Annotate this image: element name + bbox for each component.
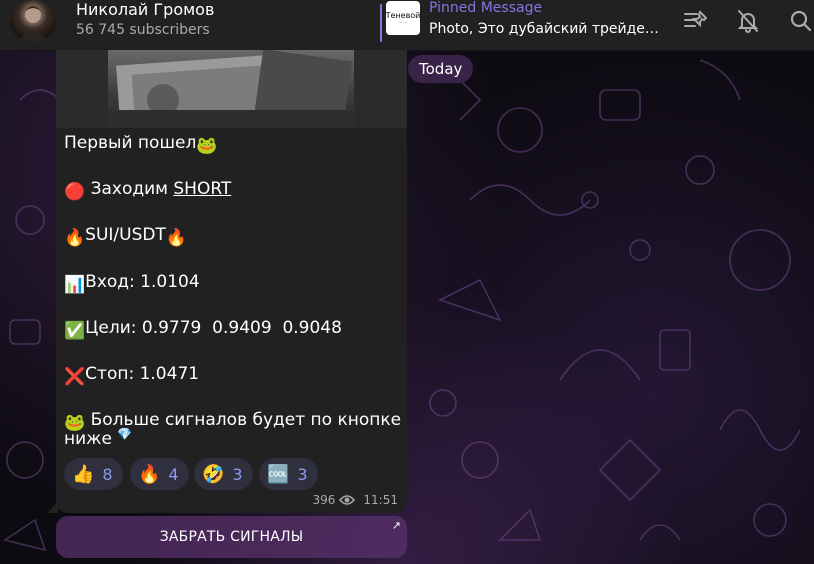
date-badge: Today (408, 55, 474, 83)
message-line-targets: ✅Цели: 0.9779 0.9409 0.9048 (64, 318, 342, 341)
message-photo[interactable] (56, 50, 407, 131)
reaction-rofl[interactable]: 🤣 3 (194, 458, 253, 490)
red-circle-emoji: 🔴 (64, 182, 86, 202)
message-meta: 396 11:51 (309, 493, 399, 507)
view-count: 396 (312, 493, 336, 507)
pinned-message-title[interactable]: Pinned Message (429, 0, 542, 16)
cool-emoji: 🆒 (267, 463, 290, 485)
pinned-thumbnail-text: Теневой (385, 11, 421, 20)
message-bubble: Первый пошел🐸 🔴 Заходим SHORT 🔥SUI/USDT🔥… (56, 50, 407, 513)
message-line-pair: 🔥SUI/USDT🔥 (64, 225, 188, 248)
fire-emoji: 🔥 (165, 228, 188, 248)
diamond-emoji: 💎 (117, 427, 133, 441)
money-photo-image (108, 50, 354, 131)
eye-icon (339, 495, 356, 505)
message-line-stop: ❌Стоп: 1.0471 (64, 364, 200, 387)
reaction-cool[interactable]: 🆒 3 (259, 458, 318, 490)
pinned-thumbnail[interactable]: Теневой ······· (386, 1, 420, 35)
reaction-count: 3 (297, 464, 308, 484)
get-signals-button[interactable]: ЗАБРАТЬ СИГНАЛЫ ↗ (56, 516, 407, 558)
message-line-short: 🔴 Заходим SHORT (64, 179, 232, 202)
channel-name[interactable]: Николай Громов (76, 0, 214, 19)
message-line-entry: 📊Вход: 1.0104 (64, 272, 200, 295)
reaction-fire[interactable]: 🔥 4 (130, 458, 189, 490)
rofl-emoji: 🤣 (202, 463, 225, 485)
cross-mark-emoji: ❌ (64, 367, 86, 387)
message-line-first: Первый пошел🐸 (64, 133, 218, 156)
reaction-count: 8 (102, 464, 113, 484)
pinned-message-text[interactable]: Photo, Это дубайский трейде… (429, 21, 659, 37)
check-mark-emoji: ✅ (64, 321, 86, 341)
pinned-indicator (380, 4, 382, 42)
message-time: 11:51 (363, 493, 398, 507)
short-hashtag-link[interactable]: SHORT (173, 179, 231, 199)
fire-emoji: 🔥 (64, 228, 86, 248)
reaction-thumbs-up[interactable]: 👍 8 (64, 458, 123, 490)
search-icon[interactable] (788, 8, 814, 34)
chart-emoji: 📊 (64, 275, 86, 295)
subscriber-count: 56 745 subscribers (76, 22, 210, 38)
thumbs-up-emoji: 👍 (72, 463, 95, 485)
external-link-arrow-icon: ↗ (391, 519, 401, 532)
reaction-count: 3 (232, 464, 243, 484)
channel-avatar[interactable] (10, 0, 56, 42)
chat-header: Николай Громов 56 745 subscribers Тенево… (0, 0, 814, 51)
reaction-count: 4 (168, 464, 179, 484)
frog-sticker-emoji: 🐸 (196, 136, 218, 156)
fire-emoji: 🔥 (138, 463, 161, 485)
pinned-list-icon[interactable] (683, 8, 709, 34)
message-line-more-2: ниже 💎 (64, 427, 133, 449)
get-signals-label: ЗАБРАТЬ СИГНАЛЫ (159, 529, 304, 545)
mute-bell-icon[interactable] (735, 8, 761, 34)
